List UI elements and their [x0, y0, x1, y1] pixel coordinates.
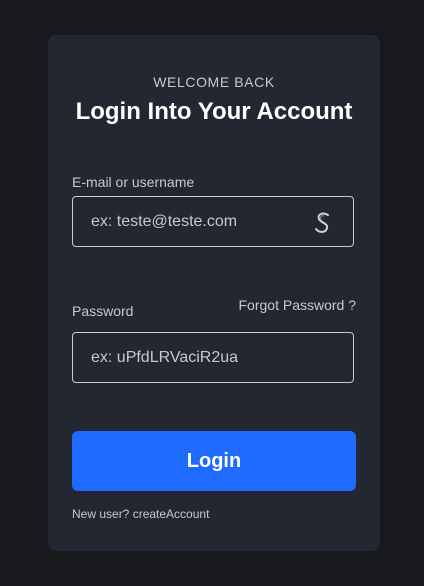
email-field[interactable] [73, 197, 353, 246]
login-button[interactable]: Login [72, 431, 356, 491]
email-field-box [72, 196, 354, 247]
password-field-box [72, 332, 354, 383]
lastpass-icon[interactable] [313, 212, 333, 234]
password-field[interactable] [73, 333, 353, 382]
forgot-password-link[interactable]: Forgot Password ? [239, 297, 357, 313]
create-account-link[interactable]: createAccount [133, 507, 210, 521]
login-card: WELCOME BACK Login Into Your Account E-m… [48, 35, 380, 551]
welcome-eyebrow: WELCOME BACK [153, 74, 275, 90]
page-title: Login Into Your Account [75, 98, 353, 125]
new-user-text: New user? [72, 507, 130, 521]
email-label: E-mail or username [72, 174, 195, 190]
password-label: Password [72, 303, 134, 319]
new-user-prompt: New user? createAccount [72, 507, 209, 521]
